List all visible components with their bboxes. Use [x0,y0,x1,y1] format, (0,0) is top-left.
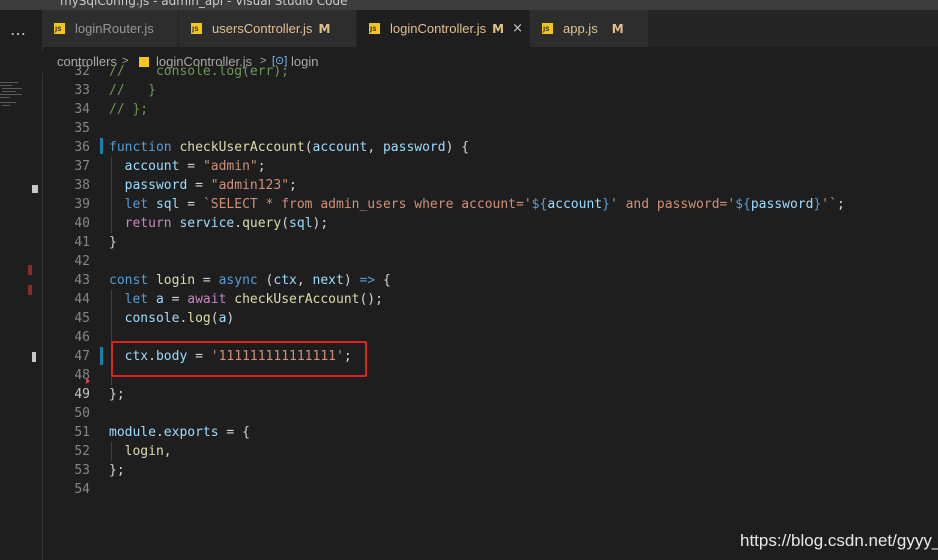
code-line[interactable]: return service.query(sql); [109,214,329,233]
code-line[interactable]: }; [109,461,125,480]
line-number: 51 [74,425,90,440]
code-line[interactable]: // }; [109,100,148,119]
tab-label: loginRouter.js [75,21,154,36]
modified-indicator: M [492,21,505,36]
scroll-marker [32,185,38,193]
editor-tabs: JS loginRouter.js JS usersController.js … [42,10,938,47]
code-line[interactable]: account = "admin"; [109,157,266,176]
js-file-icon: JS [54,23,65,34]
folding-arrow-icon[interactable] [86,378,90,384]
line-number: 44 [74,292,90,307]
code-line[interactable]: const login = async (ctx, next) => { [109,271,391,290]
code-line[interactable]: console.log(a) [109,309,235,328]
code-line[interactable]: module.exports = { [109,423,250,442]
line-number: 47 [74,349,90,364]
code-line[interactable]: // } [109,81,156,100]
more-actions-icon[interactable]: … [10,20,27,39]
line-number: 54 [74,482,90,497]
line-number: 50 [74,406,90,421]
window-title: mySqlConfig.js - admin_api - Visual Stud… [60,0,348,8]
code-line[interactable]: // console.log(err); [109,62,289,81]
change-marker-deleted [28,265,32,275]
line-number: 40 [74,216,90,231]
tab-label: app.js [563,21,598,36]
line-number: 46 [74,330,90,345]
tab-login-router[interactable]: JS loginRouter.js [42,10,179,47]
line-number: 34 [74,102,90,117]
modified-indicator: M [318,21,331,36]
code-line[interactable]: login, [109,442,172,461]
tab-users-controller[interactable]: JS usersController.js M [179,10,357,47]
js-file-icon: JS [542,23,553,34]
close-icon[interactable]: × [512,21,523,36]
code-line[interactable]: password = "admin123"; [109,176,297,195]
scroll-thumb[interactable] [32,352,36,362]
line-number: 48 [74,368,90,383]
tab-label: usersController.js [212,21,313,36]
code-line[interactable]: } [109,233,117,252]
line-number: 45 [74,311,90,326]
line-number: 32 [74,64,90,79]
code-line[interactable]: let sql = `SELECT * from admin_users whe… [109,195,845,214]
js-file-icon: JS [191,23,202,34]
line-number: 38 [74,178,90,193]
line-number: 39 [74,197,90,212]
tab-login-controller[interactable]: JS loginController.js M × [357,10,530,47]
js-file-icon: JS [369,23,380,34]
change-marker-deleted [28,285,32,295]
change-bar [100,138,103,154]
line-number: 35 [74,121,90,136]
code-line[interactable]: let a = await checkUserAccount(); [109,290,383,309]
line-number: 37 [74,159,90,174]
code-line[interactable]: }; [109,385,125,404]
minimap-preview [0,80,26,140]
line-number: 42 [74,254,90,269]
breadcrumb-symbol[interactable]: login [291,54,318,69]
line-number: 53 [74,463,90,478]
tab-app[interactable]: JS app.js M [530,10,649,47]
activity-bar: … [0,10,43,560]
highlight-annotation-box [111,341,367,377]
modified-indicator: M [611,21,624,36]
code-line[interactable]: function checkUserAccount(account, passw… [109,138,469,157]
watermark: https://blog.csdn.net/gyyy_ [740,531,938,550]
line-number: 52 [74,444,90,459]
tab-label: loginController.js [390,21,487,36]
change-bar [100,347,103,365]
line-number: 41 [74,235,90,250]
title-bar: mySqlConfig.js - admin_api - Visual Stud… [0,0,938,10]
line-number: 49 [74,387,90,402]
line-number: 43 [74,273,90,288]
line-number: 36 [74,140,90,155]
line-number: 33 [74,83,90,98]
